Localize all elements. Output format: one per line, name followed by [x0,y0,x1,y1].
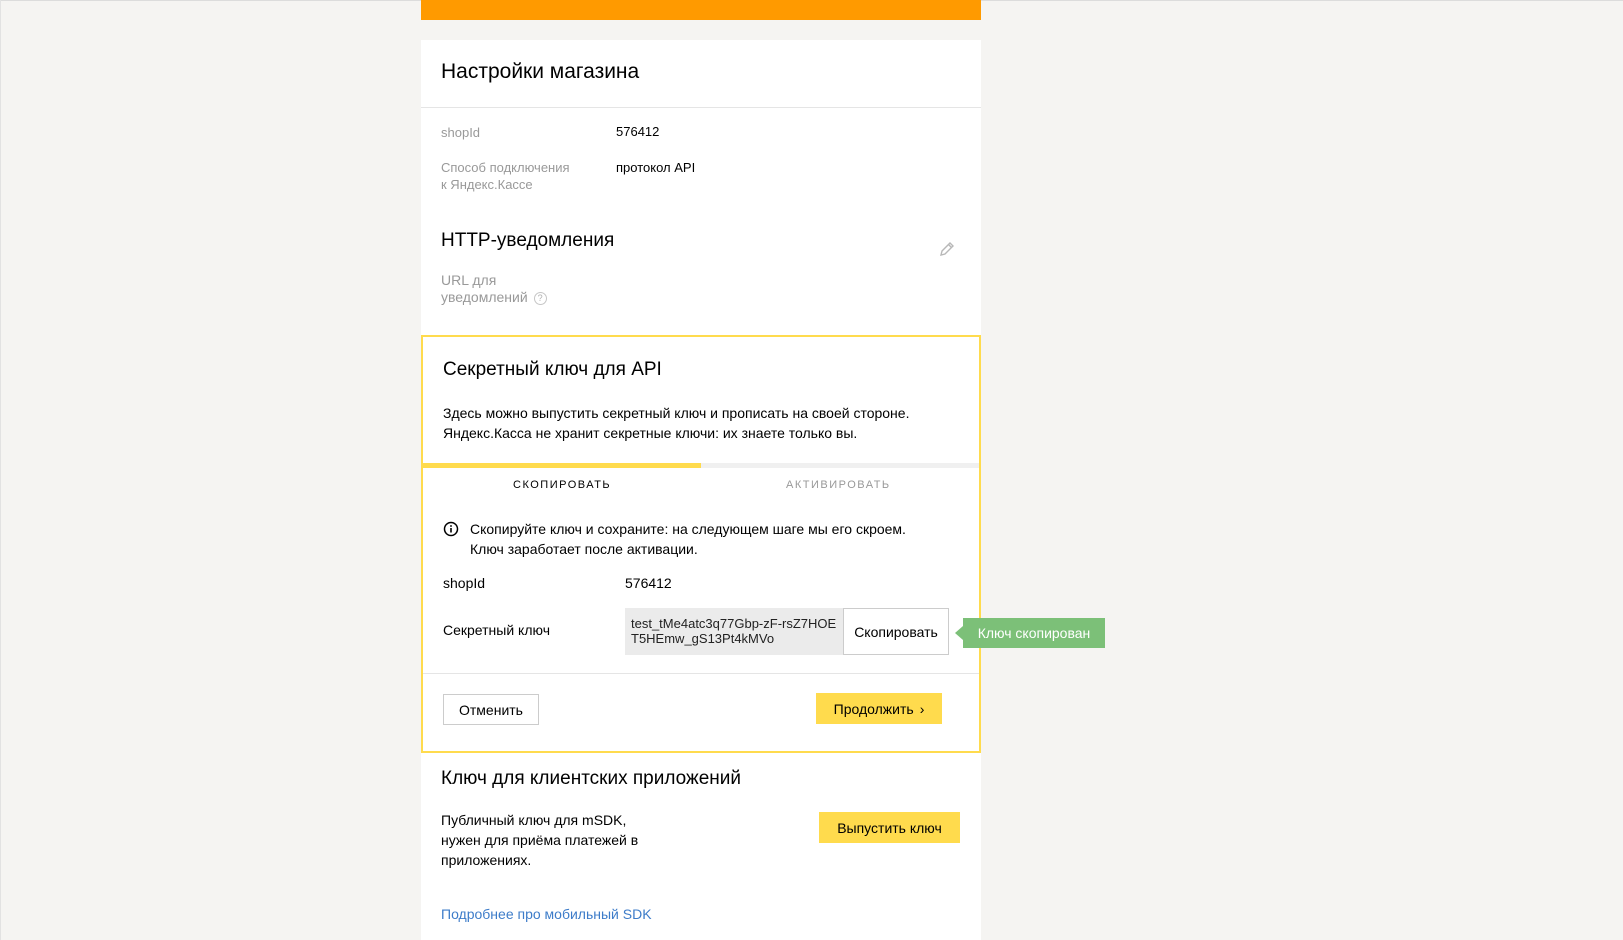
step-activate: АКТИВИРОВАТЬ [786,479,891,491]
notification-url-label: URL для уведомлений? [441,272,547,306]
api-key-description: Здесь можно выпустить секретный ключ и п… [443,405,910,441]
step-copy: СКОПИРОВАТЬ [513,479,612,491]
api-secret-key-panel: Секретный ключ для API Здесь можно выпус… [421,335,981,753]
client-key-description: Публичный ключ для mSDK, нужен для приём… [441,812,639,868]
shop-id-value: 576412 [616,124,660,139]
copy-key-button[interactable]: Скопировать [843,608,949,655]
connection-method-label-line2: к Яндекс.Кассе [441,177,533,192]
shop-id-label: shopId [441,125,481,140]
cancel-button[interactable]: Отменить [443,694,539,725]
top-banner [421,0,981,20]
tooltip-arrow [955,626,963,640]
notification-url-label-line1: URL для [441,272,497,288]
left-border [0,0,1,940]
secret-key-field[interactable]: test_tMe4atc3q77Gbp-zF-rsZ7HOET5HEmw_gS1… [625,608,843,655]
api-key-title: Секретный ключ для API [443,359,662,380]
card-header: Настройки магазина [421,40,981,108]
step-progress-fill [423,463,701,468]
api-shop-id-value: 576412 [625,575,672,591]
help-icon[interactable]: ? [533,291,547,305]
notification-url-label-line2: уведомлений [441,289,528,305]
connection-method-label: Способ подключения к Яндекс.Кассе [441,159,570,193]
chevron-right-icon: › [919,700,925,717]
panel-divider [423,673,979,674]
connection-method-value: протокол API [616,160,696,175]
http-notifications-title: HTTP-уведомления [441,230,615,251]
pencil-icon[interactable] [938,240,956,258]
client-key-title: Ключ для клиентских приложений [441,768,742,789]
copy-notice: Скопируйте ключ и сохраните: на следующе… [470,521,906,557]
shop-settings-card: Настройки магазина shopId 576412 Способ … [421,40,981,940]
api-shop-id-label: shopId [443,575,486,591]
secret-key-label: Секретный ключ [443,622,550,638]
page-title: Настройки магазина [441,60,640,83]
step-progress [423,463,979,468]
continue-button-label: Продолжить [833,700,914,717]
issue-key-button[interactable]: Выпустить ключ [819,812,960,843]
key-copied-tooltip: Ключ скопирован [963,618,1105,648]
continue-button[interactable]: Продолжить › [816,693,942,724]
connection-method-label-line1: Способ подключения [441,160,570,175]
info-icon [443,521,459,537]
mobile-sdk-link[interactable]: Подробнее про мобильный SDK [441,906,652,922]
